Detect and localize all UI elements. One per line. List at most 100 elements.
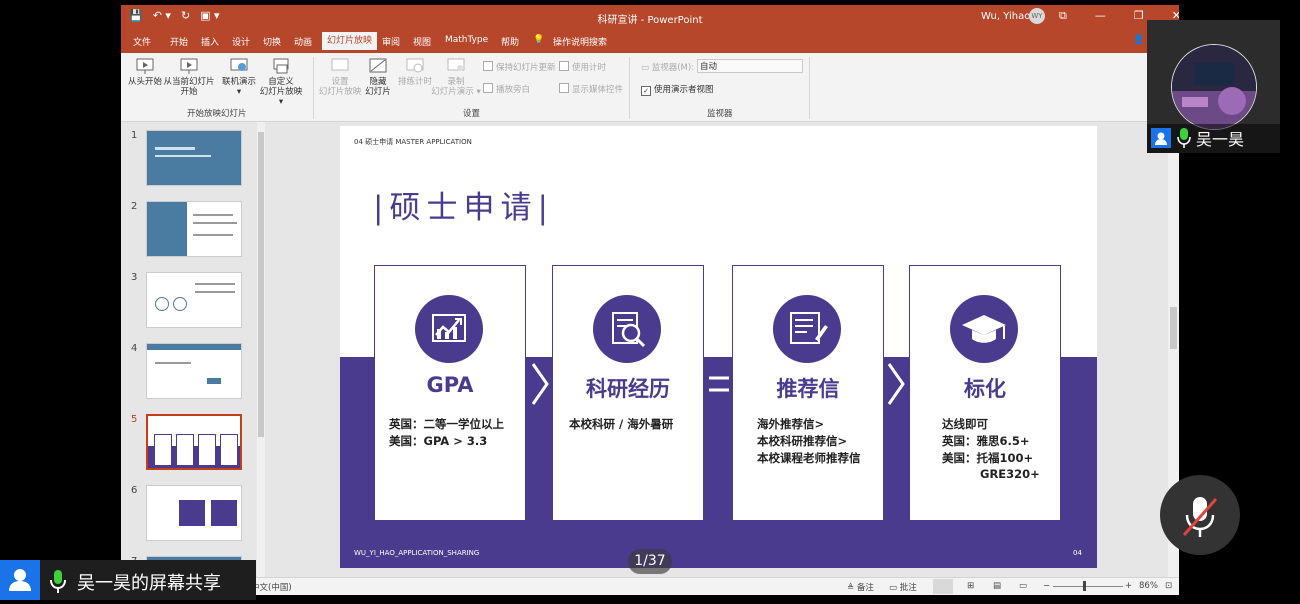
card-title: 推荐信 [776, 377, 840, 401]
custom-slideshow-label-2: 幻灯片放映 ▾ [259, 87, 303, 107]
notes-icon: ≜ [847, 583, 857, 593]
participant-name: 吴一昊 [1196, 130, 1245, 149]
rehearse-label: 排练计时 [397, 77, 432, 87]
reading-view-icon[interactable]: ▤ [993, 581, 1001, 591]
chart-growth-icon [415, 295, 483, 363]
hide-slide-label: 隐藏 [369, 77, 387, 87]
card-research: 科研经历 本校科研 / 海外暑研 [552, 265, 704, 521]
participant-video-tile[interactable]: 吴一昊 [1147, 20, 1280, 153]
tab-home[interactable]: 开始 [170, 35, 188, 48]
equals-icon [709, 376, 729, 392]
slide-thumbnails-pane: 1 2 3 4 5 6 [121, 122, 267, 595]
zoom-out-icon[interactable]: − [1043, 581, 1050, 591]
slide-thumbnail-5[interactable] [146, 414, 242, 470]
screen-share-label: 吴一昊的屏幕共享 [77, 573, 221, 594]
tab-file[interactable]: 文件 [133, 35, 151, 48]
tab-review[interactable]: 审阅 [382, 35, 400, 48]
presenter-view-checkbox[interactable]: ✓ 使用演示者视图 [641, 83, 714, 96]
letter-pen-icon [773, 295, 841, 363]
record-slideshow-button[interactable]: 录制 幻灯片演示 ▾ [431, 57, 481, 97]
zoom-slider-thumb[interactable] [1083, 581, 1086, 591]
tab-mathtype[interactable]: MathType [445, 35, 488, 45]
restore-icon[interactable]: ❐ [1134, 9, 1144, 23]
card-line: 本校科研 / 海外暑研 [569, 417, 674, 431]
tell-me-search[interactable]: 操作说明搜索 [553, 35, 607, 48]
from-current-button[interactable]: 从当前幻灯片 开始 [163, 57, 215, 97]
rehearse-timings-button[interactable]: 排练计时 [397, 57, 433, 87]
tab-help[interactable]: 帮助 [501, 35, 519, 48]
card-line: 美国：GPA > 3.3 [389, 434, 488, 448]
zoom-level[interactable]: 86% [1139, 581, 1158, 591]
share-person-icon[interactable]: 👤 [1133, 35, 1144, 45]
tab-view[interactable]: 视图 [413, 35, 431, 48]
monitor-select[interactable]: 自动 [697, 59, 803, 73]
ribbon: 从头开始 从当前幻灯片 开始 联机演示 ▾ 自定义 幻灯片放映 ▾ 开始放映幻灯… [121, 53, 1179, 122]
ribbon-display-options-icon[interactable]: ⧉ [1059, 9, 1067, 23]
show-media-checkbox[interactable]: 显示媒体控件 [559, 83, 623, 95]
avatar[interactable]: WY [1029, 8, 1045, 24]
microphone-icon [1177, 128, 1191, 148]
play-narration-label: 播放旁白 [496, 85, 531, 95]
card-line: 英国：雅思6.5+ [942, 434, 1030, 448]
tab-insert[interactable]: 插入 [201, 35, 219, 48]
card-line: 英国：二等一学位以上 [389, 417, 504, 431]
lightbulb-icon: 💡 [533, 35, 545, 45]
hide-slide-icon [369, 58, 387, 73]
card-line: 本校科研推荐信> [757, 434, 848, 448]
card-line: 达线即可 [942, 417, 988, 431]
slide-thumbnail-1[interactable] [146, 130, 242, 186]
from-start-label: 从头开始 [127, 77, 162, 87]
custom-slideshow-button[interactable]: 自定义 幻灯片放映 ▾ [257, 57, 305, 107]
thumb-number: 4 [131, 343, 138, 354]
group-label-setup: 设置 [463, 109, 481, 119]
title-bar: 💾 ↶ ▾ ↻ ▣ ▾ 科研宣讲 - PowerPoint Wu, Yihao … [121, 5, 1179, 29]
setup-label-2: 幻灯片放映 [318, 87, 362, 97]
from-current-label: 从当前幻灯片 [163, 77, 215, 87]
slide-thumbnail-6[interactable] [146, 485, 242, 541]
language-status[interactable]: 中文(中国) [251, 581, 292, 593]
card-line: 美国：托福100+ [942, 451, 1034, 465]
slide-thumbnail-4[interactable] [146, 343, 242, 399]
keep-updated-checkbox[interactable]: 保持幻灯片更新 [483, 61, 556, 73]
online-present-button[interactable]: 联机演示 ▾ [219, 57, 259, 97]
online-present-label: 联机演示 [221, 77, 256, 87]
online-present-dropdown: ▾ [236, 87, 242, 97]
mute-microphone-button[interactable] [1160, 475, 1240, 555]
play-narration-checkbox[interactable]: 播放旁白 [483, 83, 530, 95]
slide-thumbnail-3[interactable] [146, 272, 242, 328]
monitor-icon: ▭ [641, 63, 652, 73]
normal-view-icon[interactable] [933, 579, 953, 594]
powerpoint-window: 💾 ↶ ▾ ↻ ▣ ▾ 科研宣讲 - PowerPoint Wu, Yihao … [121, 5, 1179, 595]
tab-slideshow[interactable]: 幻灯片放映 [322, 32, 378, 50]
tab-design[interactable]: 设计 [232, 35, 250, 48]
person-icon [1151, 128, 1171, 148]
slideshow-view-icon[interactable]: ▭ [1019, 581, 1027, 591]
slide-thumbnail-2[interactable] [146, 201, 242, 257]
tab-transitions[interactable]: 切换 [263, 35, 281, 48]
comments-button[interactable]: ▭ 批注 [889, 581, 917, 593]
slide-header: 04 硕士申请 MASTER APPLICATION [354, 138, 472, 146]
slide-sorter-icon[interactable]: ⊞ [967, 581, 974, 591]
fit-slide-icon[interactable]: ⊡ [1165, 581, 1172, 591]
slide-page-number: 04 [1073, 549, 1082, 557]
online-present-icon [230, 58, 248, 71]
slide-title: |硕士申请| [373, 190, 554, 226]
ribbon-separator [629, 57, 630, 119]
use-timings-checkbox[interactable]: 使用计时 [559, 61, 606, 73]
chevron-right-icon [887, 363, 905, 405]
hide-slide-button[interactable]: 隐藏 幻灯片 [363, 57, 393, 97]
user-name[interactable]: Wu, Yihao [981, 11, 1030, 22]
thumbnails-scrollbar[interactable] [257, 122, 265, 582]
setup-slideshow-button[interactable]: 设置 幻灯片放映 [317, 57, 363, 97]
record-label-2: 幻灯片演示 ▾ [431, 87, 481, 97]
slide-canvas[interactable]: 04 硕士申请 MASTER APPLICATION |硕士申请| GPA 英国… [340, 126, 1097, 568]
group-label-start: 开始放映幻灯片 [187, 109, 247, 119]
tab-animations[interactable]: 动画 [294, 35, 312, 48]
minimize-icon[interactable]: — [1095, 9, 1106, 23]
from-start-button[interactable]: 从头开始 [127, 57, 163, 87]
slide-footer: WU_YI_HAO_APPLICATION_SHARING [354, 549, 480, 557]
zoom-slider[interactable] [1053, 586, 1123, 587]
zoom-in-icon[interactable]: + [1125, 581, 1132, 591]
notes-button[interactable]: ≜ 备注 [847, 581, 874, 593]
setup-label: 设置 [331, 77, 349, 87]
